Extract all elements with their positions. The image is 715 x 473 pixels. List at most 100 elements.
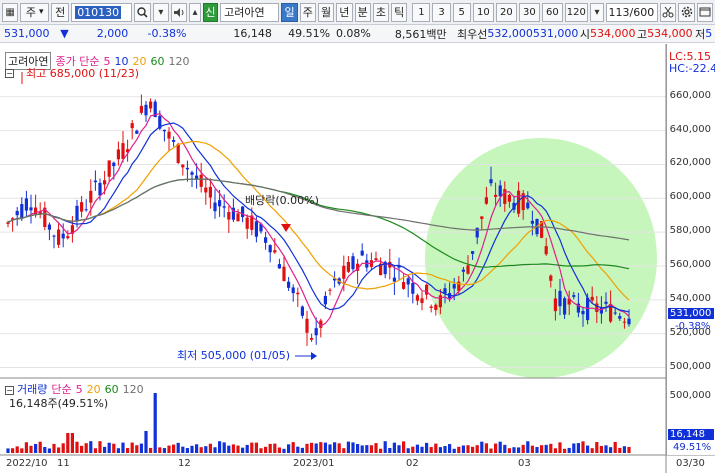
volume-bar [604,445,608,453]
candle-body [121,143,125,159]
candle-body [544,246,548,255]
candle-body [480,216,484,219]
period-month[interactable]: 월 [317,2,335,22]
legend-collapse-icon[interactable]: − [5,69,14,78]
interval-20[interactable]: 20 [495,2,517,22]
candle-body [466,265,470,274]
date-label-dec: 12 [178,458,191,469]
stock-code-input[interactable]: 010130 [71,2,133,22]
speaker-icon[interactable] [170,2,188,22]
price-axis[interactable]: LC:5.15 HC:-22.4 660,000 640,000 620,000 60… [666,44,715,378]
volume-bar [627,446,631,453]
candle-body [167,131,171,139]
volume-bar [411,446,415,453]
ask-price: 532,000 [487,27,533,40]
interval-3[interactable]: 3 [432,2,451,22]
volume-bar [434,443,438,453]
volume-bar [576,443,580,453]
candle-body [6,222,10,224]
period-week[interactable]: 주 [299,2,316,22]
date-label-feb: 02 [406,458,419,469]
settings-icon[interactable] [678,2,695,22]
bar-count-field[interactable]: 113/600 [606,2,659,22]
legend-collapse-icon[interactable]: − [5,386,14,395]
window-icon[interactable] [696,2,713,22]
volume-bar [185,448,189,453]
interval-120[interactable]: 120 [564,2,588,22]
low-annotation: 최저 505,000 (01/05) [177,349,291,362]
candle-body [227,212,231,220]
volume-bar [466,445,470,453]
price-change-pct: -0.38% [147,27,187,40]
interval-1[interactable]: 1 [412,2,431,22]
candle-body [172,140,176,142]
chevron-up-icon[interactable]: ▴ [189,2,201,22]
volume-bar [333,442,337,453]
volume-bar [38,441,42,453]
prev-button[interactable]: 전 [51,2,70,22]
volume-bar [622,446,626,453]
candle-body [208,186,212,198]
volume-bar [273,443,277,453]
candle-body [494,194,498,197]
legend-ma60: 60 [150,55,165,68]
candle-body [254,221,258,237]
vol-legend-ma120: 120 [122,383,144,396]
scissors-icon[interactable] [660,2,677,22]
legend-toggle[interactable]: − [5,66,14,79]
volume-bar [581,441,585,453]
candle-body [351,256,355,270]
interval-30[interactable]: 30 [518,2,540,22]
candle-body [236,213,240,222]
candle-body [489,179,493,184]
candle-body [130,123,134,129]
volume-bar [420,446,424,453]
volume-axis-label: 500,000 [669,390,711,401]
volume-bar [507,448,511,453]
interval-60[interactable]: 60 [541,2,563,22]
candle-body [222,206,226,208]
date-label-oct: 2022/10 [6,458,48,469]
volume-bar [107,442,111,453]
period-year[interactable]: 년 [336,2,353,22]
volume-bar [572,443,576,453]
volume-bar [121,442,125,453]
search-icon[interactable] [134,2,151,22]
candle-body [20,204,24,218]
period-second[interactable]: 초 [372,2,390,22]
interval-5[interactable]: 5 [452,2,471,22]
new-badge[interactable]: 신 [202,2,219,22]
chevron-down-icon[interactable]: ▾ [152,2,169,22]
chevron-down-icon[interactable]: ▾ [589,2,605,22]
volume-bar [34,443,38,453]
candle-body [190,172,194,175]
volume-bar [75,441,79,453]
date-label-nov: 11 [57,458,70,469]
stock-name-field[interactable]: 고려아연 [220,2,280,22]
grid-icon[interactable]: ▦ [2,2,19,22]
volume-bar [282,448,286,453]
volume-bar [489,448,493,453]
quote-bar: 531,000 ▼ 2,000 -0.38% 16,148 49.51% 0.0… [0,25,715,43]
volume-bar [158,447,162,453]
volume-bar [586,445,590,453]
volume-bar [199,447,203,453]
candle-body [61,233,65,239]
candle-body [80,202,84,212]
candle-body [176,143,180,163]
price-axis-label: 580,000 [669,225,711,237]
interval-10[interactable]: 10 [472,2,494,22]
volume-bar [287,444,291,453]
candle-body [181,164,185,168]
market-select[interactable]: 주 ▾ [20,2,50,22]
candle-body [360,250,364,256]
period-day[interactable]: 일 [281,2,298,22]
volume-bar [296,446,300,453]
volume-axis[interactable]: 500,000 16,148 49.51% [666,378,715,455]
period-tick[interactable]: 틱 [391,2,408,22]
volume-bar [11,448,15,453]
volume-bar [149,447,153,453]
period-minute[interactable]: 분 [354,2,371,22]
volume-bar [521,444,525,453]
price-axis-label: 620,000 [669,157,711,169]
